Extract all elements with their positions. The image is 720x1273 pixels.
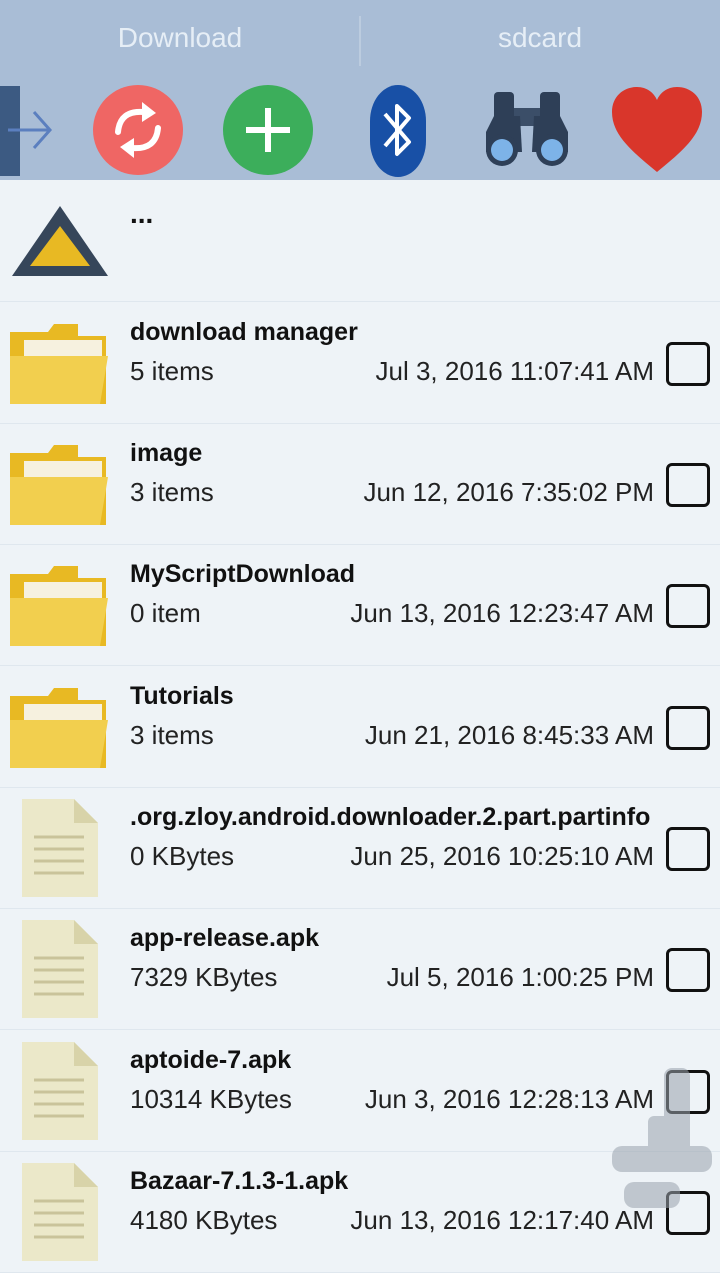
item-name: Tutorials	[130, 682, 234, 710]
select-checkbox[interactable]	[666, 706, 710, 750]
select-checkbox[interactable]	[666, 584, 710, 628]
item-name: Bazaar-7.1.3-1.apk	[130, 1167, 349, 1195]
add-icon	[223, 85, 313, 175]
item-size: 4180 KBytes	[130, 1205, 278, 1235]
item-size: 10314 KBytes	[130, 1084, 292, 1114]
item-date: Jun 25, 2016 10:25:10 AM	[350, 841, 654, 871]
select-checkbox[interactable]	[666, 342, 710, 386]
tab-sdcard[interactable]: sdcard	[360, 22, 720, 54]
add-button[interactable]	[222, 82, 314, 180]
file-icon	[22, 799, 98, 897]
parent-directory-label: ...	[130, 198, 154, 229]
item-name: image	[130, 439, 203, 467]
list-item[interactable]: download manager 5 items Jul 3, 2016 11:…	[0, 302, 720, 424]
select-checkbox[interactable]	[666, 463, 710, 507]
search-binoculars-button[interactable]	[480, 82, 576, 180]
bluetooth-button[interactable]	[368, 82, 428, 180]
favorites-button[interactable]	[610, 82, 704, 180]
folder-icon	[10, 566, 108, 646]
exit-arrow-icon	[0, 86, 53, 176]
item-name: download manager	[130, 318, 358, 346]
item-count: 0 item	[130, 598, 201, 628]
item-date: Jun 13, 2016 12:23:47 AM	[350, 598, 654, 628]
exit-button[interactable]	[0, 82, 60, 180]
folder-icon	[10, 445, 108, 525]
refresh-icon	[93, 85, 183, 175]
watermark-logo	[612, 1068, 712, 1208]
item-name: app-release.apk	[130, 924, 319, 952]
item-count: 5 items	[130, 356, 214, 386]
item-name: .org.zloy.android.downloader.2.part.part…	[130, 803, 651, 831]
item-size: 7329 KBytes	[130, 962, 278, 992]
binoculars-icon	[486, 92, 568, 166]
toolbar	[0, 82, 720, 180]
item-date: Jul 3, 2016 11:07:41 AM	[375, 356, 655, 386]
item-count: 3 items	[130, 720, 214, 750]
location-tabs: Download sdcard	[0, 0, 720, 82]
select-checkbox[interactable]	[666, 948, 710, 992]
bluetooth-icon	[370, 85, 426, 177]
refresh-button[interactable]	[92, 82, 184, 180]
tab-download[interactable]: Download	[0, 22, 360, 54]
folder-icon	[10, 688, 108, 768]
item-name: aptoide-7.apk	[130, 1046, 292, 1074]
item-name: MyScriptDownload	[130, 560, 356, 588]
item-date: Jun 21, 2016 8:45:33 AM	[364, 720, 654, 750]
list-item[interactable]: app-release.apk 7329 KBytes Jul 5, 2016 …	[0, 908, 720, 1030]
file-icon	[22, 1042, 98, 1140]
list-item[interactable]: .org.zloy.android.downloader.2.part.part…	[0, 787, 720, 909]
top-bar: Download sdcard	[0, 0, 720, 180]
item-count: 3 items	[130, 477, 214, 507]
parent-directory-row[interactable]: ...	[0, 180, 720, 302]
select-checkbox[interactable]	[666, 827, 710, 871]
item-date: Jul 5, 2016 1:00:25 PM	[386, 962, 654, 992]
file-icon	[22, 1163, 98, 1261]
list-item[interactable]: MyScriptDownload 0 item Jun 13, 2016 12:…	[0, 544, 720, 666]
list-item[interactable]: Tutorials 3 items Jun 21, 2016 8:45:33 A…	[0, 666, 720, 788]
item-date: Jun 12, 2016 7:35:02 PM	[363, 477, 654, 507]
item-size: 0 KBytes	[130, 841, 235, 871]
heart-icon	[612, 87, 702, 172]
list-item[interactable]: image 3 items Jun 12, 2016 7:35:02 PM	[0, 423, 720, 545]
file-icon	[22, 920, 98, 1018]
up-directory-icon	[12, 206, 108, 276]
folder-icon	[10, 324, 108, 404]
